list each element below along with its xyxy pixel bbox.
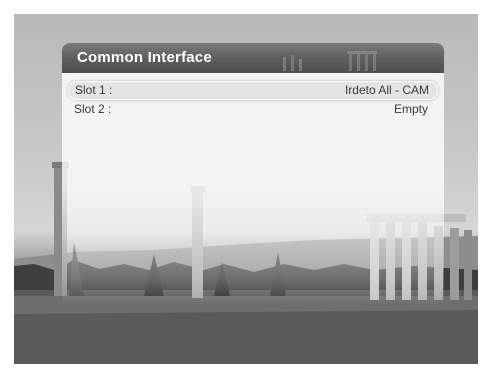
- panel-header: Common Interface: [62, 43, 444, 73]
- slot-label: Slot 1 :: [75, 83, 113, 97]
- slot-value: Empty: [393, 102, 428, 116]
- tv-screen: Common Interface Slot 1 : Irdeto All - C…: [14, 14, 478, 364]
- slot-value: Irdeto All - CAM: [344, 83, 429, 97]
- common-interface-panel: Common Interface Slot 1 : Irdeto All - C…: [62, 43, 444, 305]
- slot-row-2[interactable]: Slot 2 : Empty: [68, 101, 436, 118]
- header-ruins-decoration: [283, 51, 377, 71]
- panel-title: Common Interface: [77, 49, 212, 66]
- slot-label: Slot 2 :: [74, 102, 112, 116]
- slot-row-1[interactable]: Slot 1 : Irdeto All - CAM: [68, 81, 438, 100]
